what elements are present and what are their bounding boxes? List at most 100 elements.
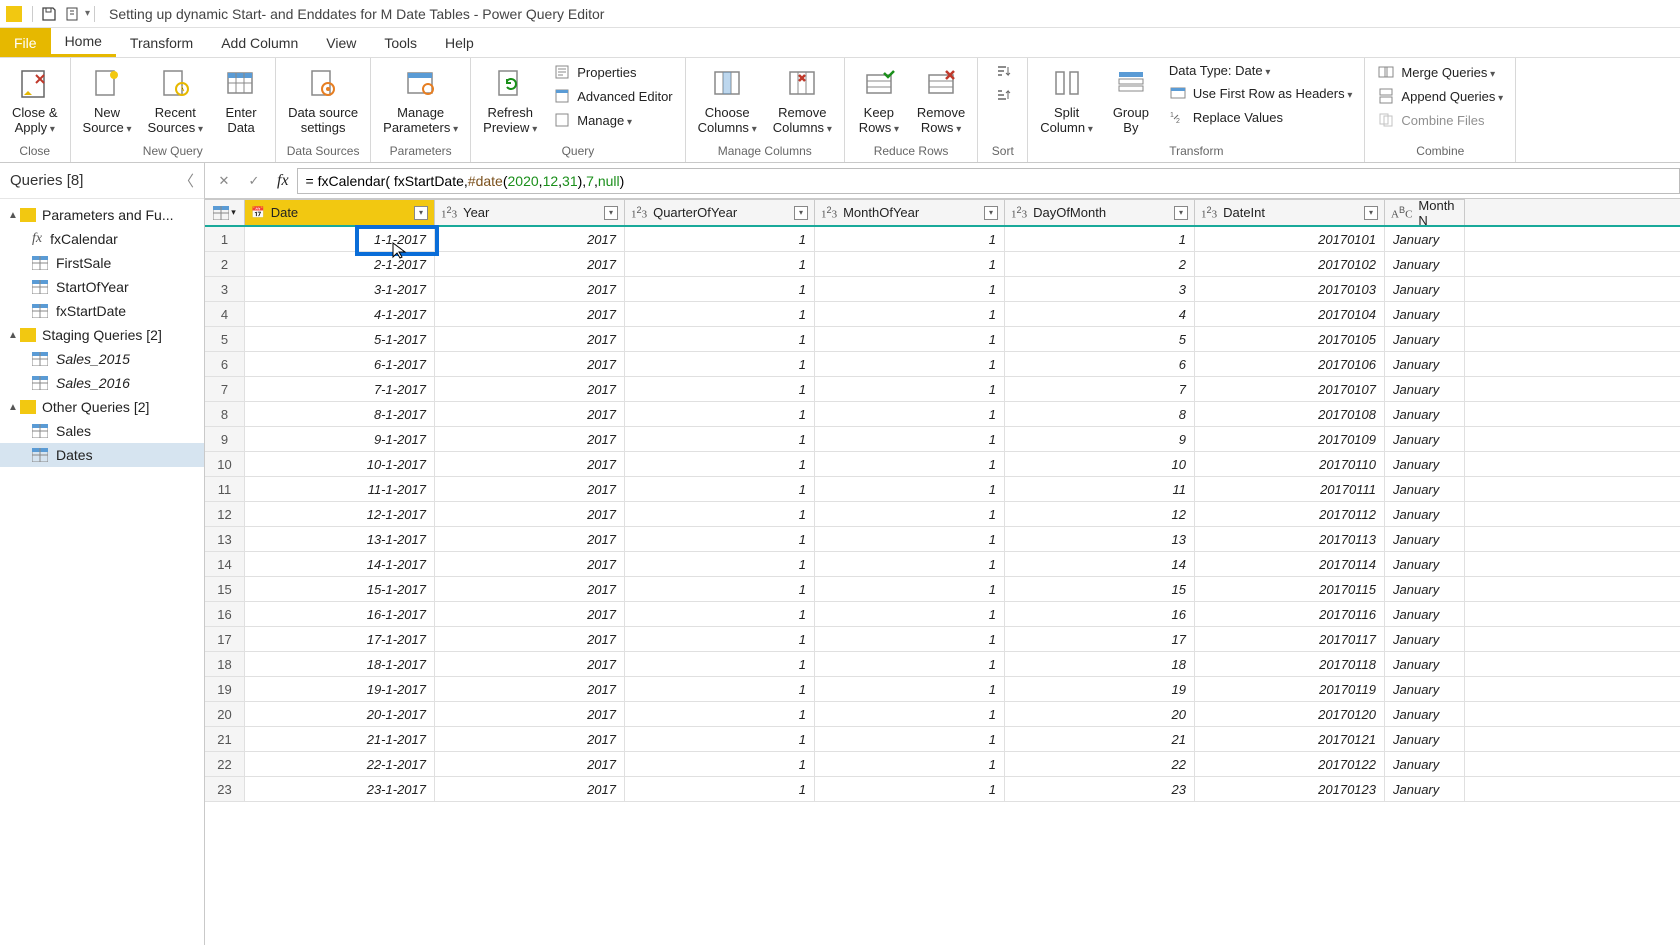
cell-month[interactable]: 1 bbox=[815, 352, 1005, 376]
table-menu-button[interactable]: ▾ bbox=[205, 199, 245, 225]
query-group-staging[interactable]: ▲Staging Queries [2] bbox=[0, 323, 204, 347]
cell-monthname[interactable]: January bbox=[1385, 677, 1465, 701]
enter-data-button[interactable]: Enter Data bbox=[213, 60, 269, 136]
cell-quarter[interactable]: 1 bbox=[625, 227, 815, 251]
cell-month[interactable]: 1 bbox=[815, 527, 1005, 551]
table-row[interactable]: 66-1-2017201711620170106January bbox=[205, 352, 1680, 377]
cell-day[interactable]: 6 bbox=[1005, 352, 1195, 376]
cell-dateint[interactable]: 20170119 bbox=[1195, 677, 1385, 701]
cell-monthname[interactable]: January bbox=[1385, 727, 1465, 751]
cell-monthname[interactable]: January bbox=[1385, 377, 1465, 401]
cell-day[interactable]: 12 bbox=[1005, 502, 1195, 526]
cell-dateint[interactable]: 20170112 bbox=[1195, 502, 1385, 526]
row-number[interactable]: 22 bbox=[205, 752, 245, 776]
cell-dateint[interactable]: 20170110 bbox=[1195, 452, 1385, 476]
remove-rows-button[interactable]: Remove Rows bbox=[911, 60, 971, 136]
cell-year[interactable]: 2017 bbox=[435, 252, 625, 276]
table-row[interactable]: 88-1-2017201711820170108January bbox=[205, 402, 1680, 427]
group-by-button[interactable]: Group By bbox=[1103, 60, 1159, 136]
cell-quarter[interactable]: 1 bbox=[625, 277, 815, 301]
cell-quarter[interactable]: 1 bbox=[625, 477, 815, 501]
cell-year[interactable]: 2017 bbox=[435, 402, 625, 426]
cell-day[interactable]: 22 bbox=[1005, 752, 1195, 776]
data-source-settings-button[interactable]: Data source settings bbox=[282, 60, 364, 136]
cell-month[interactable]: 1 bbox=[815, 302, 1005, 326]
filter-button[interactable]: ▾ bbox=[414, 206, 428, 220]
cell-month[interactable]: 1 bbox=[815, 427, 1005, 451]
cell-year[interactable]: 2017 bbox=[435, 677, 625, 701]
cell-date[interactable]: 3-1-2017 bbox=[245, 277, 435, 301]
cell-year[interactable]: 2017 bbox=[435, 577, 625, 601]
cell-monthname[interactable]: January bbox=[1385, 302, 1465, 326]
cell-date[interactable]: 23-1-2017 bbox=[245, 777, 435, 801]
cell-monthname[interactable]: January bbox=[1385, 327, 1465, 351]
cell-day[interactable]: 20 bbox=[1005, 702, 1195, 726]
cell-monthname[interactable]: January bbox=[1385, 527, 1465, 551]
table-row[interactable]: 1313-1-20172017111320170113January bbox=[205, 527, 1680, 552]
cell-day[interactable]: 23 bbox=[1005, 777, 1195, 801]
cell-month[interactable]: 1 bbox=[815, 752, 1005, 776]
row-number[interactable]: 5 bbox=[205, 327, 245, 351]
cell-monthname[interactable]: January bbox=[1385, 752, 1465, 776]
cell-day[interactable]: 11 bbox=[1005, 477, 1195, 501]
cell-year[interactable]: 2017 bbox=[435, 777, 625, 801]
column-header-dateint[interactable]: 123DateInt▾ bbox=[1195, 199, 1385, 225]
column-header-day[interactable]: 123DayOfMonth▾ bbox=[1005, 199, 1195, 225]
cell-month[interactable]: 1 bbox=[815, 577, 1005, 601]
cell-date[interactable]: 22-1-2017 bbox=[245, 752, 435, 776]
cell-date[interactable]: 12-1-2017 bbox=[245, 502, 435, 526]
cell-quarter[interactable]: 1 bbox=[625, 677, 815, 701]
cell-date[interactable]: 1-1-2017 bbox=[245, 227, 435, 251]
cell-quarter[interactable]: 1 bbox=[625, 777, 815, 801]
cell-year[interactable]: 2017 bbox=[435, 377, 625, 401]
cell-monthname[interactable]: January bbox=[1385, 552, 1465, 576]
cell-date[interactable]: 21-1-2017 bbox=[245, 727, 435, 751]
cell-year[interactable]: 2017 bbox=[435, 227, 625, 251]
qat-dropdown-icon[interactable] bbox=[64, 5, 82, 23]
cell-year[interactable]: 2017 bbox=[435, 502, 625, 526]
table-row[interactable]: 2222-1-20172017112220170122January bbox=[205, 752, 1680, 777]
row-number[interactable]: 21 bbox=[205, 727, 245, 751]
new-source-button[interactable]: New Source bbox=[77, 60, 138, 136]
cell-monthname[interactable]: January bbox=[1385, 277, 1465, 301]
cell-dateint[interactable]: 20170122 bbox=[1195, 752, 1385, 776]
cell-date[interactable]: 19-1-2017 bbox=[245, 677, 435, 701]
cell-month[interactable]: 1 bbox=[815, 327, 1005, 351]
row-number[interactable]: 6 bbox=[205, 352, 245, 376]
cell-day[interactable]: 2 bbox=[1005, 252, 1195, 276]
row-number[interactable]: 15 bbox=[205, 577, 245, 601]
cell-monthname[interactable]: January bbox=[1385, 577, 1465, 601]
cell-day[interactable]: 7 bbox=[1005, 377, 1195, 401]
first-row-headers-button[interactable]: Use First Row as Headers bbox=[1163, 83, 1359, 103]
row-number[interactable]: 11 bbox=[205, 477, 245, 501]
choose-columns-button[interactable]: Choose Columns bbox=[692, 60, 763, 136]
properties-button[interactable]: Properties bbox=[547, 62, 678, 82]
cell-date[interactable]: 14-1-2017 bbox=[245, 552, 435, 576]
cell-quarter[interactable]: 1 bbox=[625, 302, 815, 326]
table-row[interactable]: 44-1-2017201711420170104January bbox=[205, 302, 1680, 327]
cell-quarter[interactable]: 1 bbox=[625, 527, 815, 551]
column-header-quarter[interactable]: 123QuarterOfYear▾ bbox=[625, 199, 815, 225]
manage-query-button[interactable]: Manage bbox=[547, 110, 678, 130]
cell-monthname[interactable]: January bbox=[1385, 602, 1465, 626]
formula-accept-button[interactable]: ✓ bbox=[239, 167, 269, 195]
cell-year[interactable]: 2017 bbox=[435, 552, 625, 576]
cell-dateint[interactable]: 20170109 bbox=[1195, 427, 1385, 451]
cell-monthname[interactable]: January bbox=[1385, 402, 1465, 426]
row-number[interactable]: 16 bbox=[205, 602, 245, 626]
cell-day[interactable]: 3 bbox=[1005, 277, 1195, 301]
combine-files-button[interactable]: Combine Files bbox=[1371, 110, 1509, 130]
cell-date[interactable]: 9-1-2017 bbox=[245, 427, 435, 451]
cell-monthname[interactable]: January bbox=[1385, 427, 1465, 451]
replace-values-button[interactable]: 12Replace Values bbox=[1163, 107, 1359, 127]
filter-button[interactable]: ▾ bbox=[984, 206, 998, 220]
cell-quarter[interactable]: 1 bbox=[625, 577, 815, 601]
cell-date[interactable]: 6-1-2017 bbox=[245, 352, 435, 376]
cell-dateint[interactable]: 20170120 bbox=[1195, 702, 1385, 726]
cell-date[interactable]: 13-1-2017 bbox=[245, 527, 435, 551]
table-row[interactable]: 22-1-2017201711220170102January bbox=[205, 252, 1680, 277]
cell-dateint[interactable]: 20170118 bbox=[1195, 652, 1385, 676]
fx-icon[interactable]: fx bbox=[277, 172, 289, 190]
cell-date[interactable]: 2-1-2017 bbox=[245, 252, 435, 276]
cell-year[interactable]: 2017 bbox=[435, 352, 625, 376]
